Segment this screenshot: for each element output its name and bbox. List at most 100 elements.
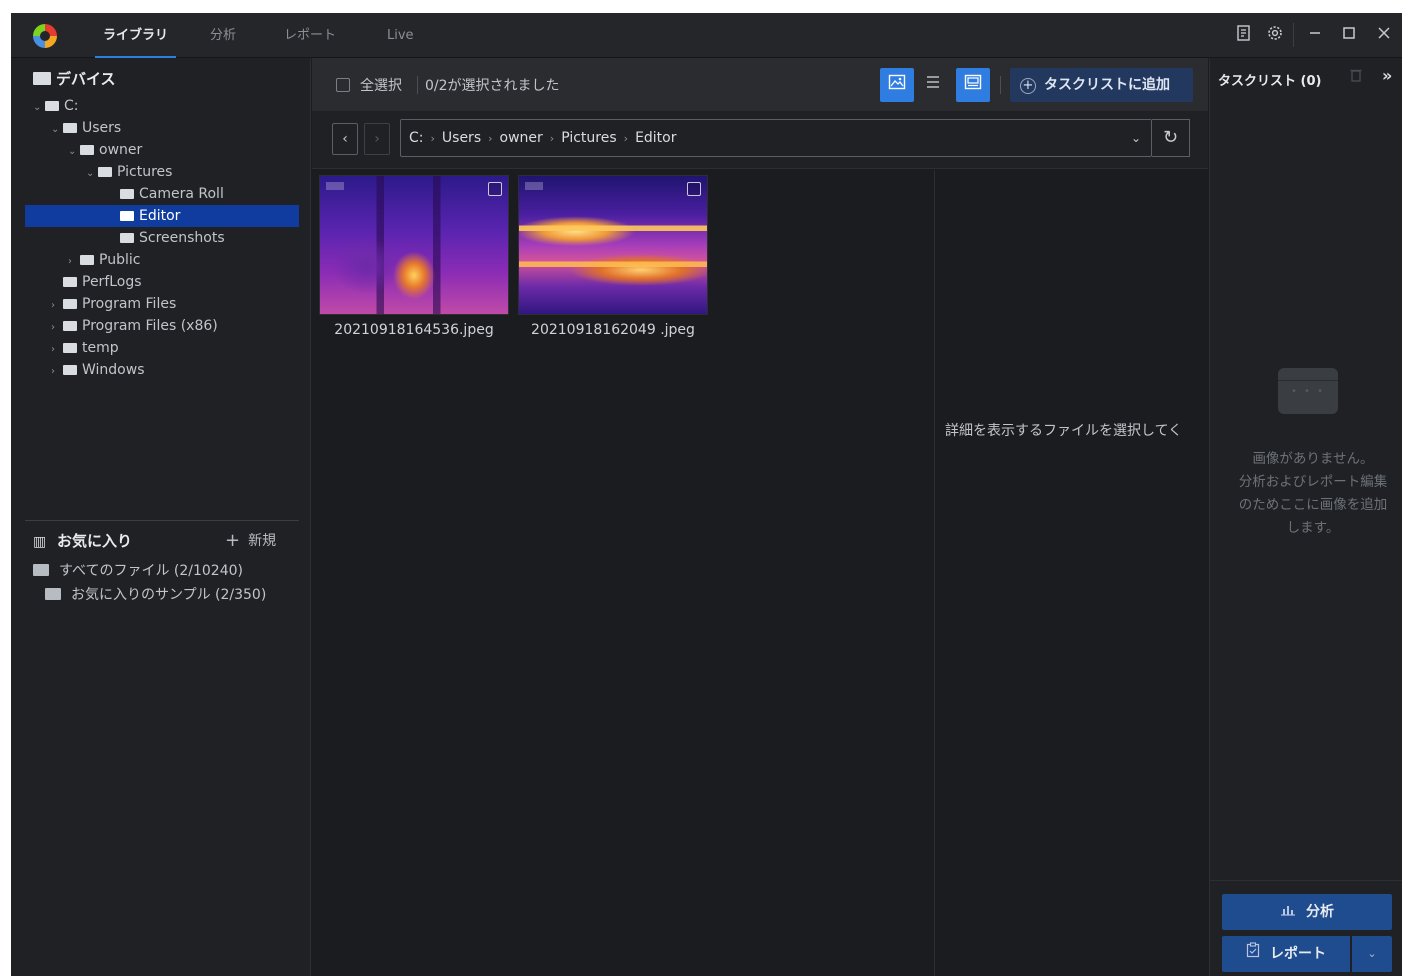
favorite-item-all-files[interactable]: すべてのファイル (2/10240) — [33, 561, 243, 581]
chevron-right-icon[interactable]: › — [51, 361, 63, 383]
report-options-button[interactable]: ⌄ — [1352, 936, 1392, 972]
detail-panel-icon — [964, 74, 982, 94]
breadcrumb-editor[interactable]: Editor — [635, 130, 676, 146]
breadcrumb-users[interactable]: Users — [442, 130, 481, 146]
report-button[interactable]: レポート — [1222, 936, 1350, 972]
empty-message-line: 分析およびレポート編集 — [1238, 474, 1388, 490]
tree-item-perflogs[interactable]: PerfLogs — [25, 271, 299, 293]
collection-icon — [45, 588, 61, 600]
tab-report[interactable]: レポート — [284, 13, 336, 58]
tree-item-public[interactable]: › Public — [25, 249, 299, 271]
tab-library[interactable]: ライブラリ — [94, 13, 177, 58]
folder-icon — [120, 189, 134, 199]
favorite-item-label: すべてのファイル (2/10240) — [59, 563, 243, 579]
breadcrumb-pictures[interactable]: Pictures — [561, 130, 616, 146]
chevron-down-icon: ⌄ — [1367, 947, 1377, 960]
new-favorite-button[interactable]: + 新規 — [225, 531, 276, 551]
chevron-left-icon: ‹ — [342, 131, 348, 147]
plus-icon: + — [225, 530, 241, 551]
report-label: レポート — [1270, 946, 1326, 962]
breadcrumb-owner[interactable]: owner — [500, 130, 543, 146]
folder-icon — [63, 299, 77, 309]
path-input[interactable]: C: › Users › owner › Pictures › Editor ⌄ — [400, 119, 1152, 157]
favorites-divider — [25, 520, 299, 521]
folder-icon — [80, 145, 94, 155]
title-bar: ライブラリ 分析 レポート Live — [11, 13, 1402, 58]
tree-item-owner[interactable]: ⌄ owner — [25, 139, 299, 161]
file-checkbox[interactable] — [687, 182, 701, 196]
tree-item-windows[interactable]: › Windows — [25, 359, 299, 381]
folder-icon — [63, 321, 77, 331]
select-all-checkbox[interactable] — [336, 78, 350, 92]
tree-item-screenshots[interactable]: Screenshots — [25, 227, 299, 249]
breadcrumb-c[interactable]: C: — [409, 130, 424, 146]
toolbar-divider — [417, 76, 418, 94]
detail-panel-toggle-button[interactable] — [956, 68, 990, 102]
chevron-down-icon[interactable]: ⌄ — [1131, 120, 1141, 156]
navigation-panel: デバイス ⌄ C: ⌄ Users ⌄ owner ⌄ Pictures Camera … — [11, 58, 311, 976]
tree-item-pictures[interactable]: ⌄ Pictures — [25, 161, 299, 183]
path-bar: ‹ › C: › Users › owner › Pictures › Editor ⌄ ↻ — [312, 111, 1208, 169]
file-thumbnail[interactable] — [319, 175, 509, 315]
favorite-item-favorite-samples[interactable]: お気に入りのサンプル (2/350) — [45, 585, 266, 605]
tree-item-temp[interactable]: › temp — [25, 337, 299, 359]
collapse-panel-icon[interactable]: » — [1382, 66, 1392, 85]
notes-icon[interactable] — [1233, 24, 1255, 46]
devices-title: デバイス — [56, 70, 116, 88]
minimize-icon[interactable] — [1304, 24, 1326, 46]
thermal-hud-overlay — [525, 182, 543, 190]
tab-live[interactable]: Live — [387, 13, 414, 58]
forward-button[interactable]: › — [364, 123, 390, 155]
tree-item-c[interactable]: ⌄ C: — [25, 95, 299, 117]
analyze-label: 分析 — [1306, 904, 1334, 920]
file-name[interactable]: 20210918162049 .jpeg — [518, 322, 708, 338]
file-thumbnail[interactable] — [518, 175, 708, 315]
analyze-button[interactable]: 分析 — [1222, 894, 1392, 930]
folder-icon — [63, 365, 77, 375]
breadcrumb-separator-icon: › — [430, 132, 435, 145]
tab-analysis[interactable]: 分析 — [210, 13, 236, 58]
chevron-right-icon[interactable]: › — [51, 317, 63, 339]
add-to-tasklist-label: タスクリストに追加 — [1044, 77, 1170, 93]
chevron-down-icon[interactable]: ⌄ — [68, 141, 80, 163]
select-all-label[interactable]: 全選択 — [360, 75, 402, 95]
tree-item-program-files-x86[interactable]: › Program Files (x86) — [25, 315, 299, 337]
maximize-icon[interactable] — [1338, 24, 1360, 46]
tree-item-label: temp — [82, 340, 119, 356]
thermal-hud-overlay — [326, 182, 344, 190]
refresh-button[interactable]: ↻ — [1152, 119, 1190, 157]
gear-icon[interactable] — [1264, 24, 1286, 46]
file-checkbox[interactable] — [488, 182, 502, 196]
folder-icon — [63, 277, 77, 287]
chevron-right-icon[interactable]: › — [68, 251, 80, 273]
tree-item-label: PerfLogs — [82, 274, 142, 290]
chevron-down-icon[interactable]: ⌄ — [51, 119, 63, 141]
chevron-right-icon[interactable]: › — [51, 295, 63, 317]
back-button[interactable]: ‹ — [332, 123, 358, 155]
tree-item-label: Camera Roll — [139, 186, 224, 202]
chevron-right-icon[interactable]: › — [51, 339, 63, 361]
new-favorite-label: 新規 — [248, 533, 277, 549]
tree-item-program-files[interactable]: › Program Files — [25, 293, 299, 315]
tree-item-editor[interactable]: Editor — [25, 205, 299, 227]
trash-icon[interactable] — [1350, 68, 1362, 86]
chevron-down-icon[interactable]: ⌄ — [33, 97, 45, 119]
list-view-button[interactable] — [916, 68, 950, 102]
app-window: ライブラリ 分析 レポート Live デバイス ⌄ C: ⌄ Users ⌄ o… — [11, 13, 1402, 976]
favorites-header: ▥ お気に入り — [33, 530, 132, 551]
chevron-down-icon[interactable]: ⌄ — [86, 163, 98, 185]
tree-item-label: Program Files (x86) — [82, 318, 218, 334]
favorite-item-label: お気に入りのサンプル (2/350) — [71, 587, 267, 603]
folder-icon — [98, 167, 112, 177]
empty-message-line: のためここに画像を追加 — [1238, 497, 1388, 513]
folder-icon — [63, 343, 77, 353]
file-name[interactable]: 20210918164536.jpeg — [319, 322, 509, 338]
tree-item-camera-roll[interactable]: Camera Roll — [25, 183, 299, 205]
details-empty-message: 詳細を表示するファイルを選択してく — [945, 423, 1183, 439]
add-to-tasklist-button[interactable]: + タスクリストに追加 — [1010, 68, 1193, 102]
thumbnail-view-button[interactable] — [880, 68, 914, 102]
devices-header: デバイス — [33, 68, 116, 89]
tree-item-users[interactable]: ⌄ Users — [25, 117, 299, 139]
close-icon[interactable] — [1373, 24, 1395, 46]
plus-circle-icon: + — [1020, 78, 1036, 94]
